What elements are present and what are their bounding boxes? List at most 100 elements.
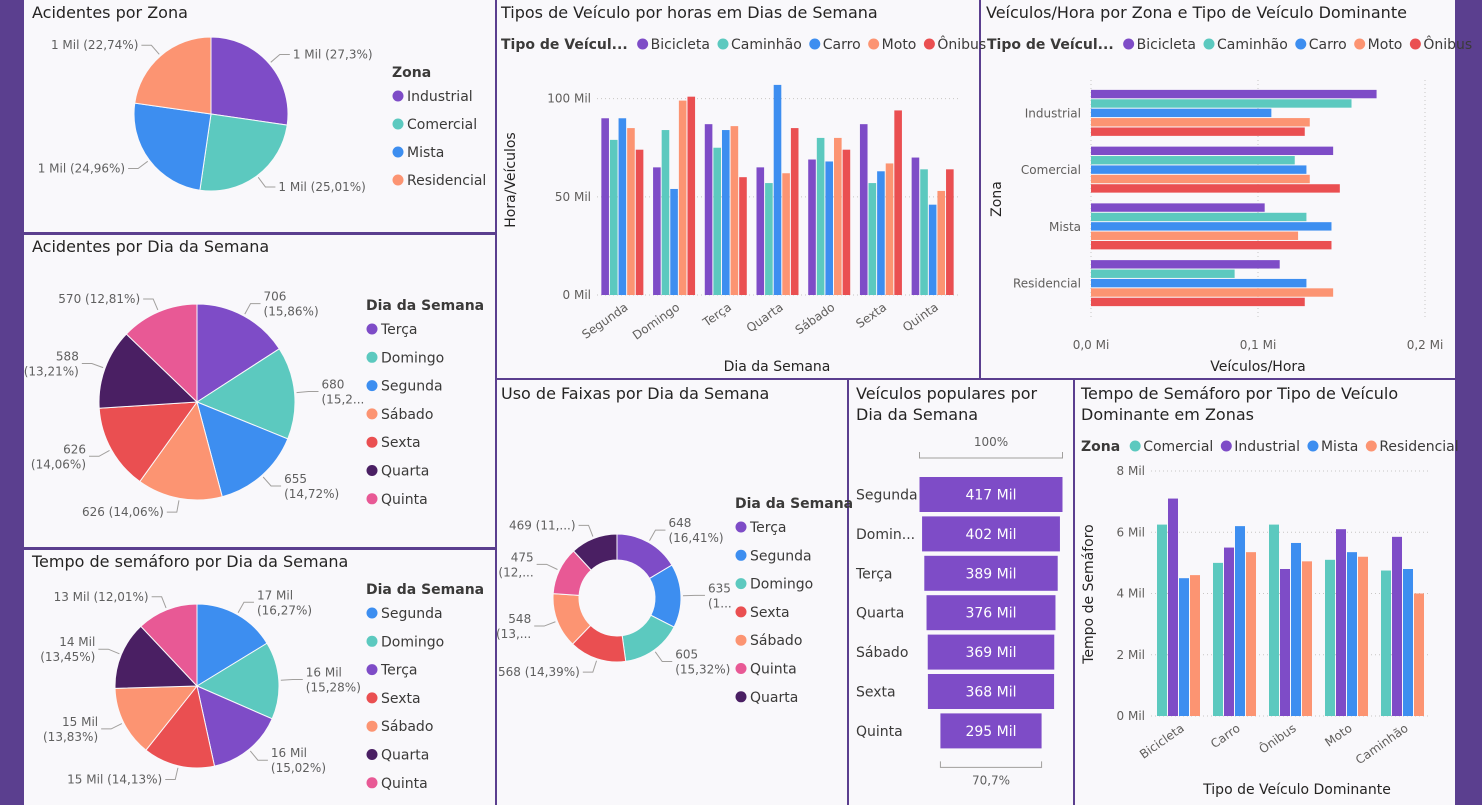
legend-item: Moto <box>1368 37 1403 53</box>
pie-chart-acidentes-dia[interactable]: 706(15,86%) 680(15,2... 655(14,72%) 626 (14… <box>24 235 495 547</box>
leader-line <box>143 298 159 311</box>
legend-item: Terça <box>380 663 418 679</box>
bar-bicicleta <box>1091 89 1377 99</box>
data-label: 1 Mil (27,3%) <box>293 47 373 61</box>
legend-item: Quinta <box>750 662 797 678</box>
legend-marker <box>1409 38 1421 50</box>
legend-marker <box>366 692 378 704</box>
legend-item: Quarta <box>381 464 429 480</box>
bar-industrial <box>1392 536 1402 716</box>
data-label: 680 <box>322 377 345 391</box>
data-label: (16,27%) <box>257 603 312 617</box>
x-tick-label: Sábado <box>793 300 838 337</box>
data-label: 570 (12,81%) <box>58 292 140 306</box>
bar-chart-veiculos-zona[interactable]: 0,0 Mi 0,1 Mi 0,2 Mi Industrial Comercial Mis… <box>981 0 1472 378</box>
legend-marker <box>366 465 378 476</box>
legend-item: Industrial <box>1234 439 1300 455</box>
data-label: 475 <box>511 550 534 564</box>
funnel-bottom-label: 70,7% <box>972 773 1010 787</box>
leader-line <box>578 524 594 537</box>
legend-item: Mista <box>407 145 444 161</box>
bar-moto <box>1091 231 1299 240</box>
data-label: (16,41%) <box>668 531 723 545</box>
legend-title: Tipo de Veícul... <box>987 37 1114 53</box>
bar-bicicleta <box>859 124 868 295</box>
pie-chart-acidentes-zona[interactable]: 1 Mil (27,3%) 1 Mil (25,01%) 1 Mil (24,96%… <box>24 0 495 232</box>
y-tick-label: Comercial <box>1021 163 1081 177</box>
funnel-category-label: Sexta <box>856 685 896 701</box>
legend-marker <box>1354 38 1366 50</box>
legend-item: Segunda <box>381 606 443 622</box>
x-tick-label: Segunda <box>579 300 630 342</box>
bar-onibus <box>687 96 696 295</box>
bar-moto <box>885 163 894 295</box>
leader-line <box>536 563 558 570</box>
bar-bicicleta <box>756 167 765 295</box>
legend-marker <box>366 436 378 448</box>
data-label: (13,83%) <box>43 730 98 744</box>
bar-bicicleta <box>1091 260 1280 269</box>
legend-marker <box>809 38 821 50</box>
data-label: 1 Mil (24,96%) <box>38 161 125 175</box>
legend-item: Quarta <box>381 748 429 764</box>
legend-marker <box>366 493 378 505</box>
legend-marker <box>1220 440 1232 452</box>
legend-item: Domingo <box>381 634 444 650</box>
legend-item: Ônibus <box>937 35 986 53</box>
bar-onibus <box>1091 240 1332 250</box>
data-label: 15 Mil <box>62 715 98 729</box>
legend-item: Caminhão <box>1217 37 1288 53</box>
y-tick-label: Residencial <box>1013 277 1081 291</box>
pie-chart-semaforo-dia[interactable]: 17 Mil(16,27%)16 Mil(15,28%)16 Mil(15,02… <box>24 550 495 805</box>
leader-line <box>257 177 276 188</box>
bar-residencial <box>1414 593 1424 716</box>
leader-line <box>249 750 268 761</box>
bar-caminhao <box>1091 156 1295 165</box>
data-label: (15,28%) <box>306 680 361 694</box>
leader-line <box>141 44 160 55</box>
data-label: (15,86%) <box>264 305 319 319</box>
bar-mista <box>1235 526 1245 716</box>
y-tick-label: 8 Mil <box>1117 464 1145 478</box>
legend-marker <box>1123 38 1135 50</box>
leader-line <box>244 303 261 315</box>
leader-line <box>151 596 167 609</box>
legend-marker <box>637 38 649 50</box>
legend-marker <box>366 720 378 732</box>
pie-slice-mista <box>133 102 212 191</box>
legend-item: Caminhão <box>731 37 802 53</box>
bar-bicicleta <box>1091 146 1334 156</box>
x-tick-label: Ônibus <box>1256 720 1299 756</box>
data-label: 626 (14,06%) <box>82 505 164 519</box>
bar-bicicleta <box>601 118 609 295</box>
bar-bicicleta <box>704 124 713 295</box>
legend-marker <box>1365 440 1377 452</box>
legend-marker <box>923 38 935 50</box>
pie-slice-industrial <box>210 36 289 126</box>
donut-chart-faixas[interactable]: 648(16,41%) 635(1... 605(15,32%) 568 (14,39… <box>496 380 853 805</box>
x-tick-label: Bicicleta <box>1137 721 1187 762</box>
data-label: 14 Mil <box>59 635 95 649</box>
legend-item: Carro <box>823 37 861 53</box>
y-tick-label: 2 Mil <box>1117 648 1145 662</box>
bar-mista <box>1179 578 1189 716</box>
bar-carro <box>670 188 678 295</box>
legend-marker <box>366 323 378 335</box>
bar-carro <box>618 118 627 295</box>
bar-comercial <box>1381 570 1391 716</box>
legend-item: Residencial <box>407 173 486 189</box>
legend-marker <box>1295 38 1307 50</box>
bar-chart-veiculos-dia[interactable]: 0 Mil 50 Mil 100 Mil Segunda Domingo Terça Qua… <box>497 0 986 378</box>
x-tick-label: Terça <box>700 300 734 330</box>
bar-moto <box>678 100 687 295</box>
bar-industrial <box>1168 498 1178 716</box>
bar-chart-semaforo-tipo[interactable]: 0 Mil 2 Mil 4 Mil 6 Mil 8 Mil Bicicleta Carro Ô… <box>1075 380 1459 805</box>
bar-moto <box>937 190 946 295</box>
funnel-chart-veiculos[interactable]: 100% 417 Mil Segunda 402 Mil Domin... 389 Mil… <box>849 380 1073 805</box>
legend-marker <box>717 38 729 50</box>
data-label: 1 Mil (22,74%) <box>51 38 138 52</box>
bar-residencial <box>1190 575 1200 716</box>
legend-item: Residencial <box>1379 439 1458 455</box>
y-tick-label: 6 Mil <box>1117 525 1145 539</box>
legend-marker <box>392 174 404 186</box>
